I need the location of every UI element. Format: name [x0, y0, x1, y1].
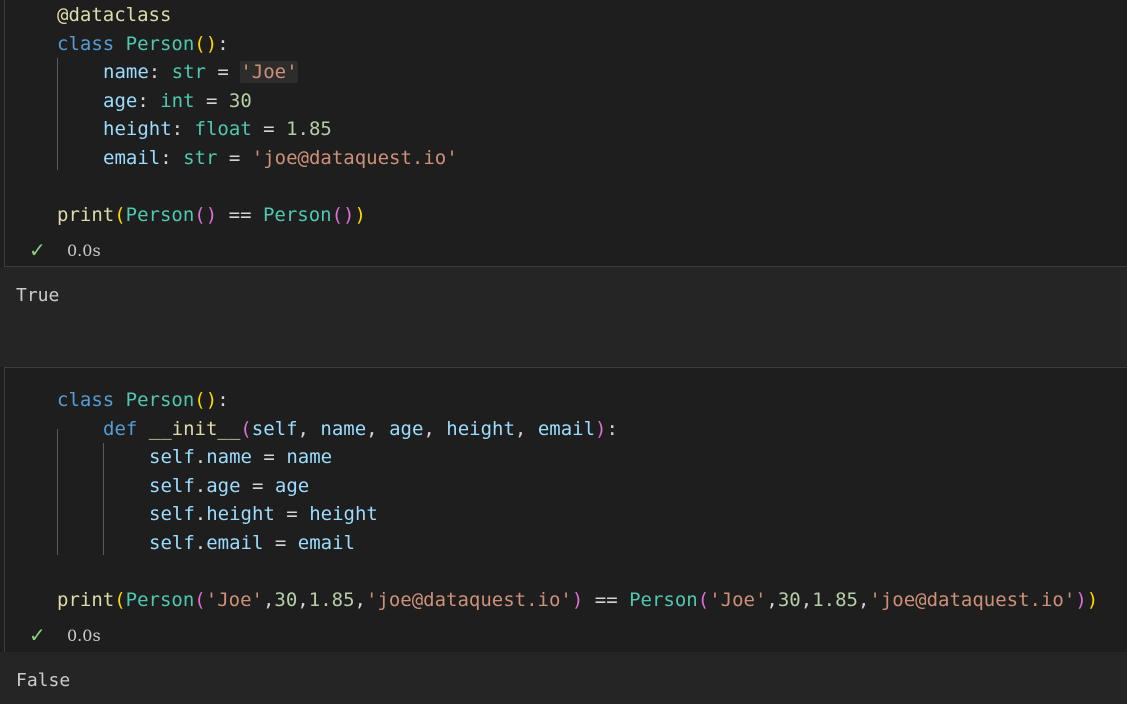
code-line-4[interactable]: age: int = 30: [103, 87, 252, 115]
code-line-7[interactable]: print(Person() == Person()): [57, 201, 366, 229]
code-line-6[interactable]: self.email = email: [149, 529, 355, 557]
execution-status: ✓ 0.0s: [29, 623, 101, 647]
code-line-1[interactable]: class Person():: [57, 386, 229, 414]
code-cell-class[interactable]: class Person(): def __init__(self, name,…: [4, 367, 1127, 653]
execution-status: ✓ 0.0s: [29, 238, 101, 262]
code-line-2[interactable]: class Person():: [57, 30, 229, 58]
execution-time: 0.0s: [67, 240, 101, 260]
code-line-2[interactable]: def __init__(self, name, age, height, em…: [103, 415, 618, 443]
code-line-4[interactable]: self.age = age: [149, 472, 309, 500]
output-text: False: [16, 670, 71, 691]
code-line-7[interactable]: print(Person('Joe',30,1.85,'joe@dataques…: [57, 586, 1098, 614]
code-line-3[interactable]: self.name = name: [149, 443, 332, 471]
code-line-3[interactable]: name: str = 'Joe': [103, 58, 298, 86]
code-line-5[interactable]: height: float = 1.85: [103, 115, 332, 143]
indent-guide: [57, 429, 58, 555]
check-icon: ✓: [29, 623, 46, 647]
indent-guide: [57, 58, 58, 170]
code-cell-dataclass[interactable]: @dataclass class Person(): name: str = '…: [4, 0, 1127, 267]
code-line-5[interactable]: self.height = height: [149, 500, 378, 528]
indent-guide: [103, 443, 104, 555]
code-line-1[interactable]: @dataclass: [57, 1, 171, 29]
execution-time: 0.0s: [67, 625, 101, 645]
cell-output: False: [0, 652, 1127, 704]
cell-output: True: [0, 267, 1127, 367]
check-icon: ✓: [29, 238, 46, 262]
output-text: True: [16, 285, 60, 306]
code-line-6[interactable]: email: str = 'joe@dataquest.io': [103, 144, 458, 172]
